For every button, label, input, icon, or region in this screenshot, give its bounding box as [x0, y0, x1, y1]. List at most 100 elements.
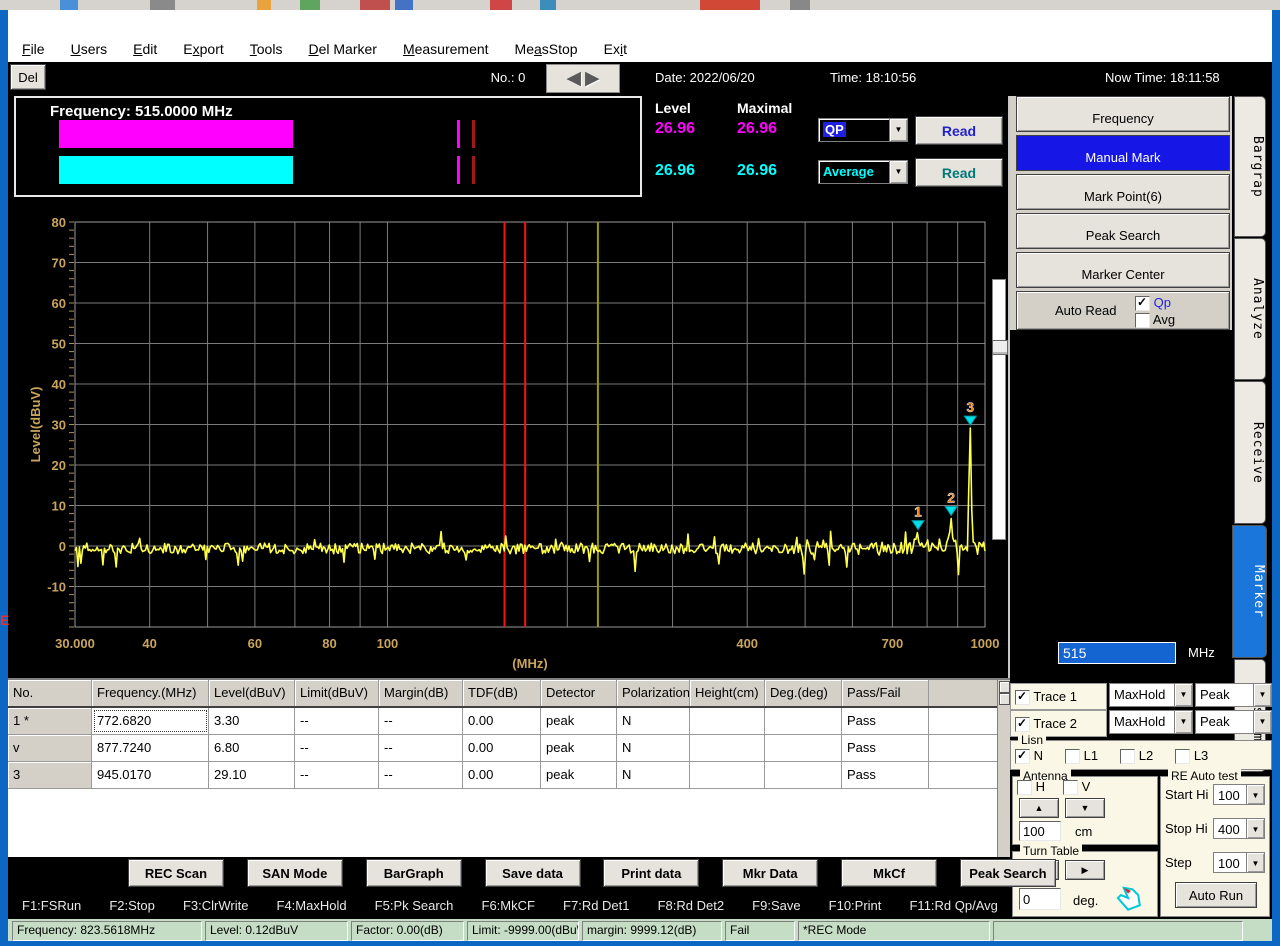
- cell-r2-c3[interactable]: 6.80: [209, 735, 295, 761]
- del-button[interactable]: Del: [10, 64, 46, 90]
- chart-scrollbar[interactable]: [992, 279, 1006, 540]
- dropdown-arrow-icon[interactable]: ▼: [889, 161, 907, 183]
- table-row[interactable]: 1 *772.68203.30----0.00peakNPass: [8, 708, 1010, 735]
- dropdown-arrow-icon[interactable]: ▼: [1253, 684, 1271, 706]
- table-scrollbar[interactable]: [997, 680, 1010, 857]
- mkr-data-button[interactable]: Mkr Data: [722, 859, 818, 887]
- marker-2-icon[interactable]: [945, 506, 957, 515]
- next-record-icon[interactable]: ▶: [585, 69, 600, 88]
- tab-bargrap[interactable]: Bargrap: [1234, 96, 1266, 237]
- menu-item-export[interactable]: Export: [183, 41, 223, 57]
- menu-item-file[interactable]: File: [22, 41, 45, 57]
- table-row[interactable]: 3945.017029.10----0.00peakNPass: [8, 762, 1010, 789]
- cell-r1-c5[interactable]: --: [379, 708, 463, 734]
- menu-item-tools[interactable]: Tools: [250, 41, 283, 57]
- read-avg-button[interactable]: Read: [915, 158, 1003, 187]
- cell-r3-c2[interactable]: 945.0170: [92, 762, 209, 788]
- mark-point-button[interactable]: Mark Point(6): [1016, 174, 1230, 210]
- cell-r2-c11[interactable]: Pass: [842, 735, 929, 761]
- cell-r2-c4[interactable]: --: [295, 735, 379, 761]
- cell-r1-c1[interactable]: 1 *: [8, 708, 92, 734]
- cell-r3-c5[interactable]: --: [379, 762, 463, 788]
- antenna-up-button[interactable]: ▲: [1019, 798, 1059, 818]
- antenna-down-button[interactable]: ▼: [1065, 798, 1105, 818]
- cell-r1-c10[interactable]: [765, 708, 842, 734]
- cell-r3-c8[interactable]: N: [617, 762, 690, 788]
- san-mode-button[interactable]: SAN Mode: [247, 859, 343, 887]
- cell-r2-c8[interactable]: N: [617, 735, 690, 761]
- cell-r3-c10[interactable]: [765, 762, 842, 788]
- cell-r2-c7[interactable]: peak: [541, 735, 617, 761]
- cell-r1-c9[interactable]: [690, 708, 765, 734]
- table-scroll-down-icon[interactable]: [999, 693, 1010, 705]
- turn-table-angle-input[interactable]: [1019, 888, 1061, 910]
- frequency-button[interactable]: Frequency: [1016, 96, 1230, 132]
- record-nav-arrows[interactable]: ◀ ▶: [546, 64, 620, 93]
- dropdown-arrow-icon[interactable]: ▼: [889, 119, 907, 141]
- read-qp-button[interactable]: Read: [915, 116, 1003, 145]
- trace1-detector-dropdown[interactable]: Peak ▼: [1195, 683, 1272, 707]
- trace1-checkbox[interactable]: [1015, 690, 1030, 705]
- print-data-button[interactable]: Print data: [603, 859, 699, 887]
- mkcf-button[interactable]: MkCf: [841, 859, 937, 887]
- dropdown-arrow-icon[interactable]: ▼: [1174, 711, 1192, 733]
- cell-r1-c4[interactable]: --: [295, 708, 379, 734]
- cell-r2-c1[interactable]: v: [8, 735, 92, 761]
- cell-r3-c6[interactable]: 0.00: [463, 762, 541, 788]
- tab-analyze[interactable]: Analyze: [1234, 238, 1266, 380]
- cell-r1-c2[interactable]: 772.6820: [92, 708, 209, 734]
- tab-receive[interactable]: Receive: [1234, 381, 1266, 524]
- manual-mark-button[interactable]: Manual Mark: [1016, 135, 1230, 171]
- turn-table-hand-icon[interactable]: [1113, 882, 1149, 914]
- bargraph-button[interactable]: BarGraph: [366, 859, 462, 887]
- trace2-detector-dropdown[interactable]: Peak ▼: [1195, 710, 1272, 734]
- marker-3-icon[interactable]: [964, 416, 976, 425]
- cell-r3-c3[interactable]: 29.10: [209, 762, 295, 788]
- cell-r1-c7[interactable]: peak: [541, 708, 617, 734]
- trace2-mode-dropdown[interactable]: MaxHold ▼: [1109, 710, 1193, 734]
- peak-search-button[interactable]: Peak Search: [960, 859, 1056, 887]
- dropdown-arrow-icon[interactable]: ▼: [1253, 711, 1271, 733]
- trace2-checkbox[interactable]: [1015, 717, 1030, 732]
- cell-r2-c6[interactable]: 0.00: [463, 735, 541, 761]
- cell-r3-c11[interactable]: Pass: [842, 762, 929, 788]
- cell-r2-c10[interactable]: [765, 735, 842, 761]
- menu-item-users[interactable]: Users: [71, 41, 108, 57]
- start-hi-dropdown[interactable]: 100 ▼: [1213, 784, 1265, 805]
- cell-r1-c6[interactable]: 0.00: [463, 708, 541, 734]
- cell-r1-c3[interactable]: 3.30: [209, 708, 295, 734]
- cell-r3-c7[interactable]: peak: [541, 762, 617, 788]
- detector1-dropdown[interactable]: QP ▼: [818, 118, 908, 142]
- menu-item-measurement[interactable]: Measurement: [403, 41, 489, 57]
- antenna-height-input[interactable]: [1019, 821, 1061, 841]
- save-data-button[interactable]: Save data: [485, 859, 581, 887]
- dropdown-arrow-icon[interactable]: ▼: [1246, 785, 1264, 804]
- turn-table-right-button[interactable]: ▶: [1065, 860, 1105, 880]
- detector2-dropdown[interactable]: Average ▼: [818, 160, 908, 184]
- marker-center-button[interactable]: Marker Center: [1016, 252, 1230, 288]
- cell-r1-c8[interactable]: N: [617, 708, 690, 734]
- marker-frequency-input[interactable]: [1058, 642, 1176, 664]
- dropdown-arrow-icon[interactable]: ▼: [1246, 819, 1264, 838]
- antenna-h-checkbox[interactable]: [1017, 780, 1032, 795]
- chart-scrollbar-thumb[interactable]: [992, 340, 1008, 355]
- step-dropdown[interactable]: 100 ▼: [1213, 852, 1265, 873]
- menu-item-exit[interactable]: Exit: [604, 41, 627, 57]
- dropdown-arrow-icon[interactable]: ▼: [1174, 684, 1192, 706]
- cell-r2-c2[interactable]: 877.7240: [92, 735, 209, 761]
- menu-item-measstop[interactable]: MeasStop: [515, 41, 578, 57]
- cell-r3-c1[interactable]: 3: [8, 762, 92, 788]
- cell-r2-c9[interactable]: [690, 735, 765, 761]
- avg-checkbox[interactable]: [1135, 313, 1150, 328]
- cell-r2-c5[interactable]: --: [379, 735, 463, 761]
- lisn-l1-checkbox[interactable]: [1065, 749, 1080, 764]
- menu-item-del-marker[interactable]: Del Marker: [308, 41, 376, 57]
- stop-hi-dropdown[interactable]: 400 ▼: [1213, 818, 1265, 839]
- lisn-l3-checkbox[interactable]: [1175, 749, 1190, 764]
- qp-checkbox[interactable]: [1135, 296, 1150, 311]
- table-row[interactable]: v877.72406.80----0.00peakNPass: [8, 735, 1010, 762]
- dropdown-arrow-icon[interactable]: ▼: [1246, 853, 1264, 872]
- auto-run-button[interactable]: Auto Run: [1175, 882, 1257, 908]
- cell-r3-c9[interactable]: [690, 762, 765, 788]
- peak-search-button[interactable]: Peak Search: [1016, 213, 1230, 249]
